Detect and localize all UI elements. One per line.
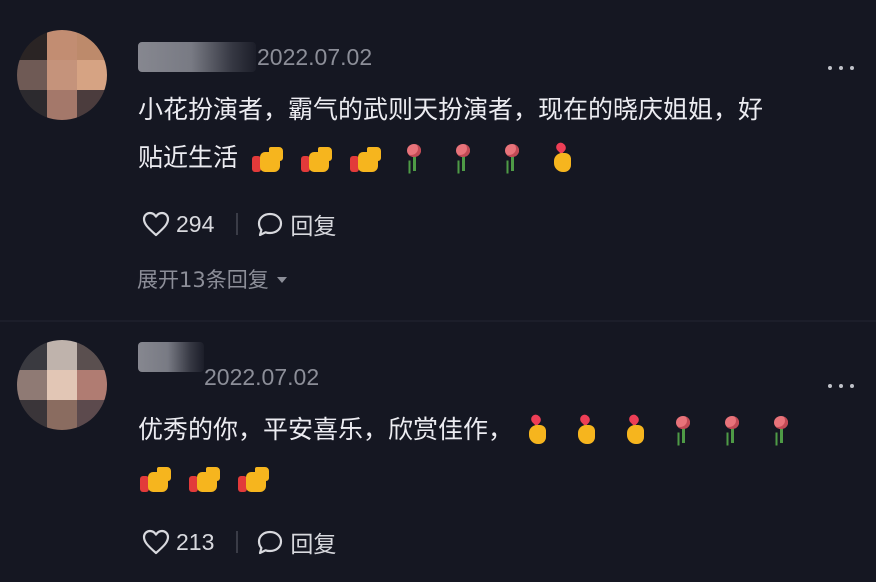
rose-icon <box>495 142 544 174</box>
comment-item: 2022.07.02 小花扮演者，霸气的武则天扮演者，现在的晓庆姐姐，好 贴近生… <box>0 0 876 322</box>
comment-text-segment: 贴近生活 <box>138 143 239 172</box>
comment-text-line: 小花扮演者，霸气的武则天扮演者，现在的晓庆姐姐，好 <box>138 95 764 124</box>
finger-heart-icon <box>544 142 593 174</box>
thumbs-up-icon <box>187 462 236 494</box>
caret-down-icon <box>276 277 287 283</box>
comment-text-line <box>138 454 813 502</box>
comment-date: 2022.07.02 <box>257 44 373 70</box>
divider <box>236 531 239 553</box>
rose-icon <box>446 142 495 174</box>
comment-text-line: 优秀的你，平安喜乐，欣赏佳作， <box>138 406 813 454</box>
comment-text: 优秀的你，平安喜乐，欣赏佳作， <box>138 406 813 502</box>
finger-heart-icon <box>568 414 617 446</box>
reply-label: 回复 <box>290 213 337 239</box>
heart-outline-icon <box>142 211 170 237</box>
rose-icon <box>397 142 446 174</box>
comment-text-line: 贴近生活 <box>138 134 763 182</box>
speech-bubble-icon <box>258 212 283 236</box>
reply-button[interactable]: 回复 <box>256 207 336 241</box>
heart-outline-icon <box>142 529 170 555</box>
comment-actions: 294 回复 <box>142 207 336 241</box>
thumbs-up-icon <box>138 462 187 494</box>
rose-icon <box>764 414 813 446</box>
thumbs-up-icon <box>250 142 299 174</box>
comment-item: 2022.07.02 优秀的你，平安喜乐，欣赏佳作， 213 回复 <box>0 322 876 582</box>
comment-date: 2022.07.02 <box>204 364 320 390</box>
finger-heart-icon <box>519 414 568 446</box>
reply-button[interactable]: 回复 <box>256 525 336 559</box>
expand-replies-label: 展开13条回复 <box>137 268 269 292</box>
thumbs-up-icon <box>236 462 285 494</box>
like-button[interactable]: 213 <box>142 529 214 556</box>
comment-text-segment: 优秀的你，平安喜乐，欣赏佳作， <box>138 415 514 444</box>
more-dots-icon[interactable] <box>828 382 854 390</box>
expand-replies-button[interactable]: 展开13条回复 <box>137 264 287 294</box>
thumbs-up-icon <box>348 142 397 174</box>
like-count: 294 <box>176 210 215 237</box>
more-dots-icon[interactable] <box>828 64 854 72</box>
reply-label: 回复 <box>290 531 337 557</box>
thumbs-up-icon <box>299 142 348 174</box>
avatar[interactable] <box>17 30 107 120</box>
divider <box>236 213 239 235</box>
like-button[interactable]: 294 <box>142 211 214 238</box>
like-count: 213 <box>176 528 215 555</box>
comment-text: 小花扮演者，霸气的武则天扮演者，现在的晓庆姐姐，好 贴近生活 <box>138 86 763 182</box>
speech-bubble-icon <box>258 530 283 554</box>
username-blurred[interactable] <box>138 342 204 372</box>
comment-actions: 213 回复 <box>142 525 336 559</box>
finger-heart-icon <box>617 414 666 446</box>
username-blurred[interactable] <box>138 42 256 72</box>
rose-icon <box>715 414 764 446</box>
avatar[interactable] <box>17 340 107 430</box>
rose-icon <box>666 414 715 446</box>
